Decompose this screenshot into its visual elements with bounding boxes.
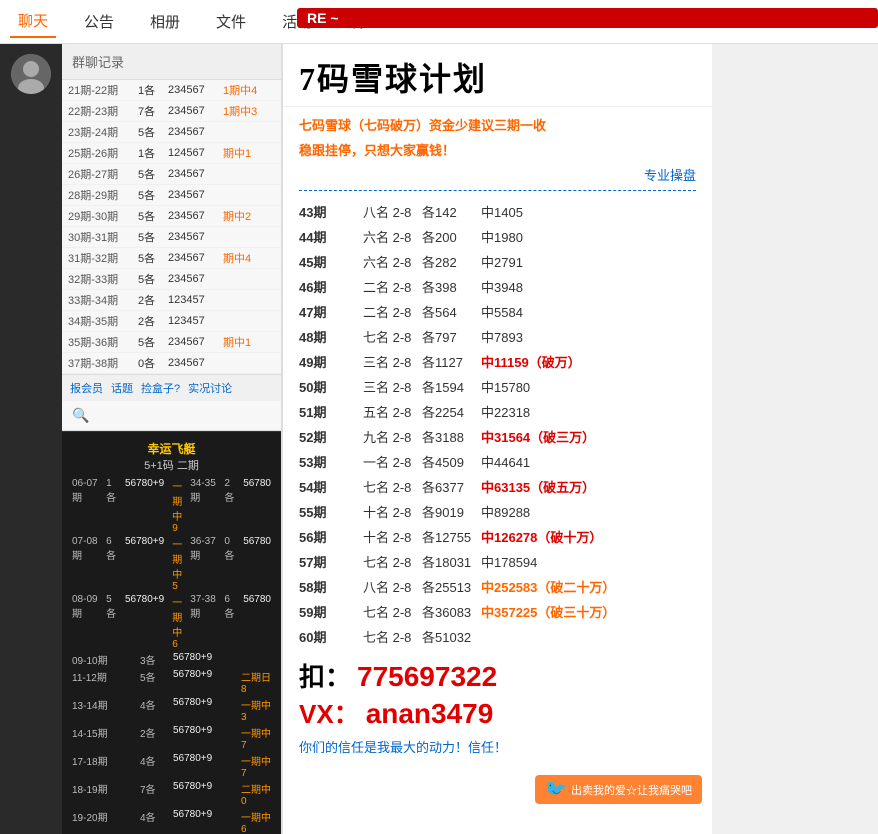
snowball-contact: 扣： 775697322 VX： anan3479 你们的信任是我最大的动力！信…: [283, 649, 712, 760]
period-row: 26期-27期 5各 234567: [62, 164, 281, 185]
top-navigation: 聊天 公告 相册 文件 活动 设置 ∨ RE ~: [0, 0, 878, 44]
period-row: 30期-31期 5各 234567: [62, 227, 281, 248]
snowball-title: 7码雪球计划: [299, 54, 696, 100]
qq-label: 扣：: [299, 657, 351, 694]
period-row: 23期-24期 5各 234567: [62, 122, 281, 143]
period-row: 33期-34期 2各 123457: [62, 290, 281, 311]
period-row: 35期-36期 5各 234567 期中1: [62, 332, 281, 353]
snowball-row: 60期 七名 2-8 各51032: [283, 624, 712, 649]
live-link[interactable]: 实况讨论: [188, 380, 232, 396]
period-row: 22期-23期 7各 234567 1期中3: [62, 101, 281, 122]
snowball-row: 56期 十名 2-8 各12755 中126278（破十万）: [283, 524, 712, 549]
period-rows: 21期-22期 1各 234567 1期中4 22期-23期 7各 234567…: [62, 80, 281, 374]
re-badge: RE ~: [297, 8, 878, 28]
period-row: 32期-33期 5各 234567: [62, 269, 281, 290]
main-container: 群聊记录 21期-22期 1各 234567 1期中4 22期-23期 7各 2…: [0, 44, 878, 834]
chat-list-header: 群聊记录: [62, 44, 281, 80]
qq-number: 775697322: [357, 661, 497, 693]
box-link[interactable]: 捡盒子?: [141, 380, 180, 396]
period-row: 37期-38期 0各 234567: [62, 353, 281, 374]
fortune-title: 幸运飞艇: [72, 440, 271, 457]
nav-chat[interactable]: 聊天: [10, 5, 56, 38]
snowball-desc1: 七码雪球（七码破万）资金少建议三期一收: [283, 107, 712, 138]
fortune-row: 19-20期4各56780+9一期中6: [72, 808, 271, 834]
nav-files[interactable]: 文件: [208, 6, 254, 37]
vx-number: anan3479: [366, 698, 494, 730]
period-row: 28期-29期 5各 234567: [62, 185, 281, 206]
right-panel: 7码雪球计划 七码雪球（七码破万）资金少建议三期一收 稳跟挂停，只想大家赢钱！ …: [282, 44, 712, 834]
snowball-row: 54期 七名 2-8 各6377 中63135（破五万）: [283, 474, 712, 499]
snowball-desc2: 稳跟挂停，只想大家赢钱！: [283, 138, 712, 165]
snowball-row: 48期 七名 2-8 各797 中7893: [283, 324, 712, 349]
fortune-row: 14-15期2各56780+9一期中7: [72, 724, 271, 752]
fortune-row: 09-10期3各56780+9: [72, 651, 271, 668]
snowball-row: 58期 八名 2-8 各25513 中252583（破二十万）: [283, 574, 712, 599]
fortune-row: 17-18期4各56780+9一期中7: [72, 752, 271, 780]
search-bar: 🔍: [62, 401, 281, 431]
fortune-row: 11-12期5各56780+9二期日8: [72, 668, 271, 696]
left-sidebar: [0, 44, 62, 834]
snowball-row: 47期 二名 2-8 各564 中5584: [283, 299, 712, 324]
snowball-row: 52期 九名 2-8 各3188 中31564（破三万）: [283, 424, 712, 449]
snowball-divider: [299, 190, 696, 191]
snowball-row: 55期 十名 2-8 各9019 中89288: [283, 499, 712, 524]
vx-label: VX：: [299, 694, 360, 731]
member-link[interactable]: 报会员: [70, 380, 103, 396]
fortune-row: 08-09期5各56780+9一期中6 37-38期6各56780: [72, 593, 271, 651]
period-row: 34期-35期 2各 123457: [62, 311, 281, 332]
fortune-section: 幸运飞艇 5+1码 二期 06-07期1各56780+9一期中9 34-35期2…: [62, 431, 281, 834]
snowball-row: 57期 七名 2-8 各18031 中178594: [283, 549, 712, 574]
nav-album[interactable]: 相册: [142, 6, 188, 37]
topic-link[interactable]: 话题: [111, 380, 133, 396]
snowball-row: 59期 七名 2-8 各36083 中357225（破三十万）: [283, 599, 712, 624]
nav-notice[interactable]: 公告: [76, 6, 122, 37]
snowball-row: 45期 六名 2-8 各282 中2791: [283, 249, 712, 274]
snowball-row: 53期 一名 2-8 各4509 中44641: [283, 449, 712, 474]
snowball-row: 43期 八名 2-8 各142 中1405: [283, 199, 712, 224]
fortune-row: 07-08期6各56780+9一期中5 36-37期0各56780: [72, 535, 271, 593]
fortune-row: 13-14期4各56780+9一期中3: [72, 696, 271, 724]
snowball-row: 50期 三名 2-8 各1594 中15780: [283, 374, 712, 399]
period-row: 21期-22期 1各 234567 1期中4: [62, 80, 281, 101]
snowball-row: 46期 二名 2-8 各398 中3948: [283, 274, 712, 299]
watermark-container: 🐦 出卖我的爱☆让我痛哭吧: [283, 760, 712, 810]
avatar: [11, 54, 51, 94]
fortune-row: 06-07期1各56780+9一期中9 34-35期2各56780: [72, 477, 271, 535]
period-row: 25期-26期 1各 124567 期中1: [62, 143, 281, 164]
snowball-row: 49期 三名 2-8 各1127 中11159（破万）: [283, 349, 712, 374]
fortune-subtitle: 5+1码 二期: [72, 457, 271, 473]
period-row: 29期-30期 5各 234567 期中2: [62, 206, 281, 227]
member-bar: 报会员 话题 捡盒子? 实况讨论: [62, 374, 281, 401]
fortune-row: 18-19期7各56780+9二期中0: [72, 780, 271, 808]
chat-list-panel: 群聊记录 21期-22期 1各 234567 1期中4 22期-23期 7各 2…: [62, 44, 282, 834]
snowball-row: 44期 六名 2-8 各200 中1980: [283, 224, 712, 249]
snowball-rows: 43期 八名 2-8 各142 中1405 44期 六名 2-8 各200 中1…: [283, 199, 712, 649]
search-icon: 🔍: [72, 407, 89, 424]
snowball-header: 7码雪球计划: [283, 44, 712, 107]
snowball-row: 51期 五名 2-8 各2254 中22318: [283, 399, 712, 424]
trust-text: 你们的信任是我最大的动力！信任！: [299, 737, 696, 756]
watermark: 🐦 出卖我的爱☆让我痛哭吧: [535, 775, 702, 804]
snowball-pro: 专业操盘: [283, 165, 712, 184]
period-row: 31期-32期 5各 234567 期中4: [62, 248, 281, 269]
